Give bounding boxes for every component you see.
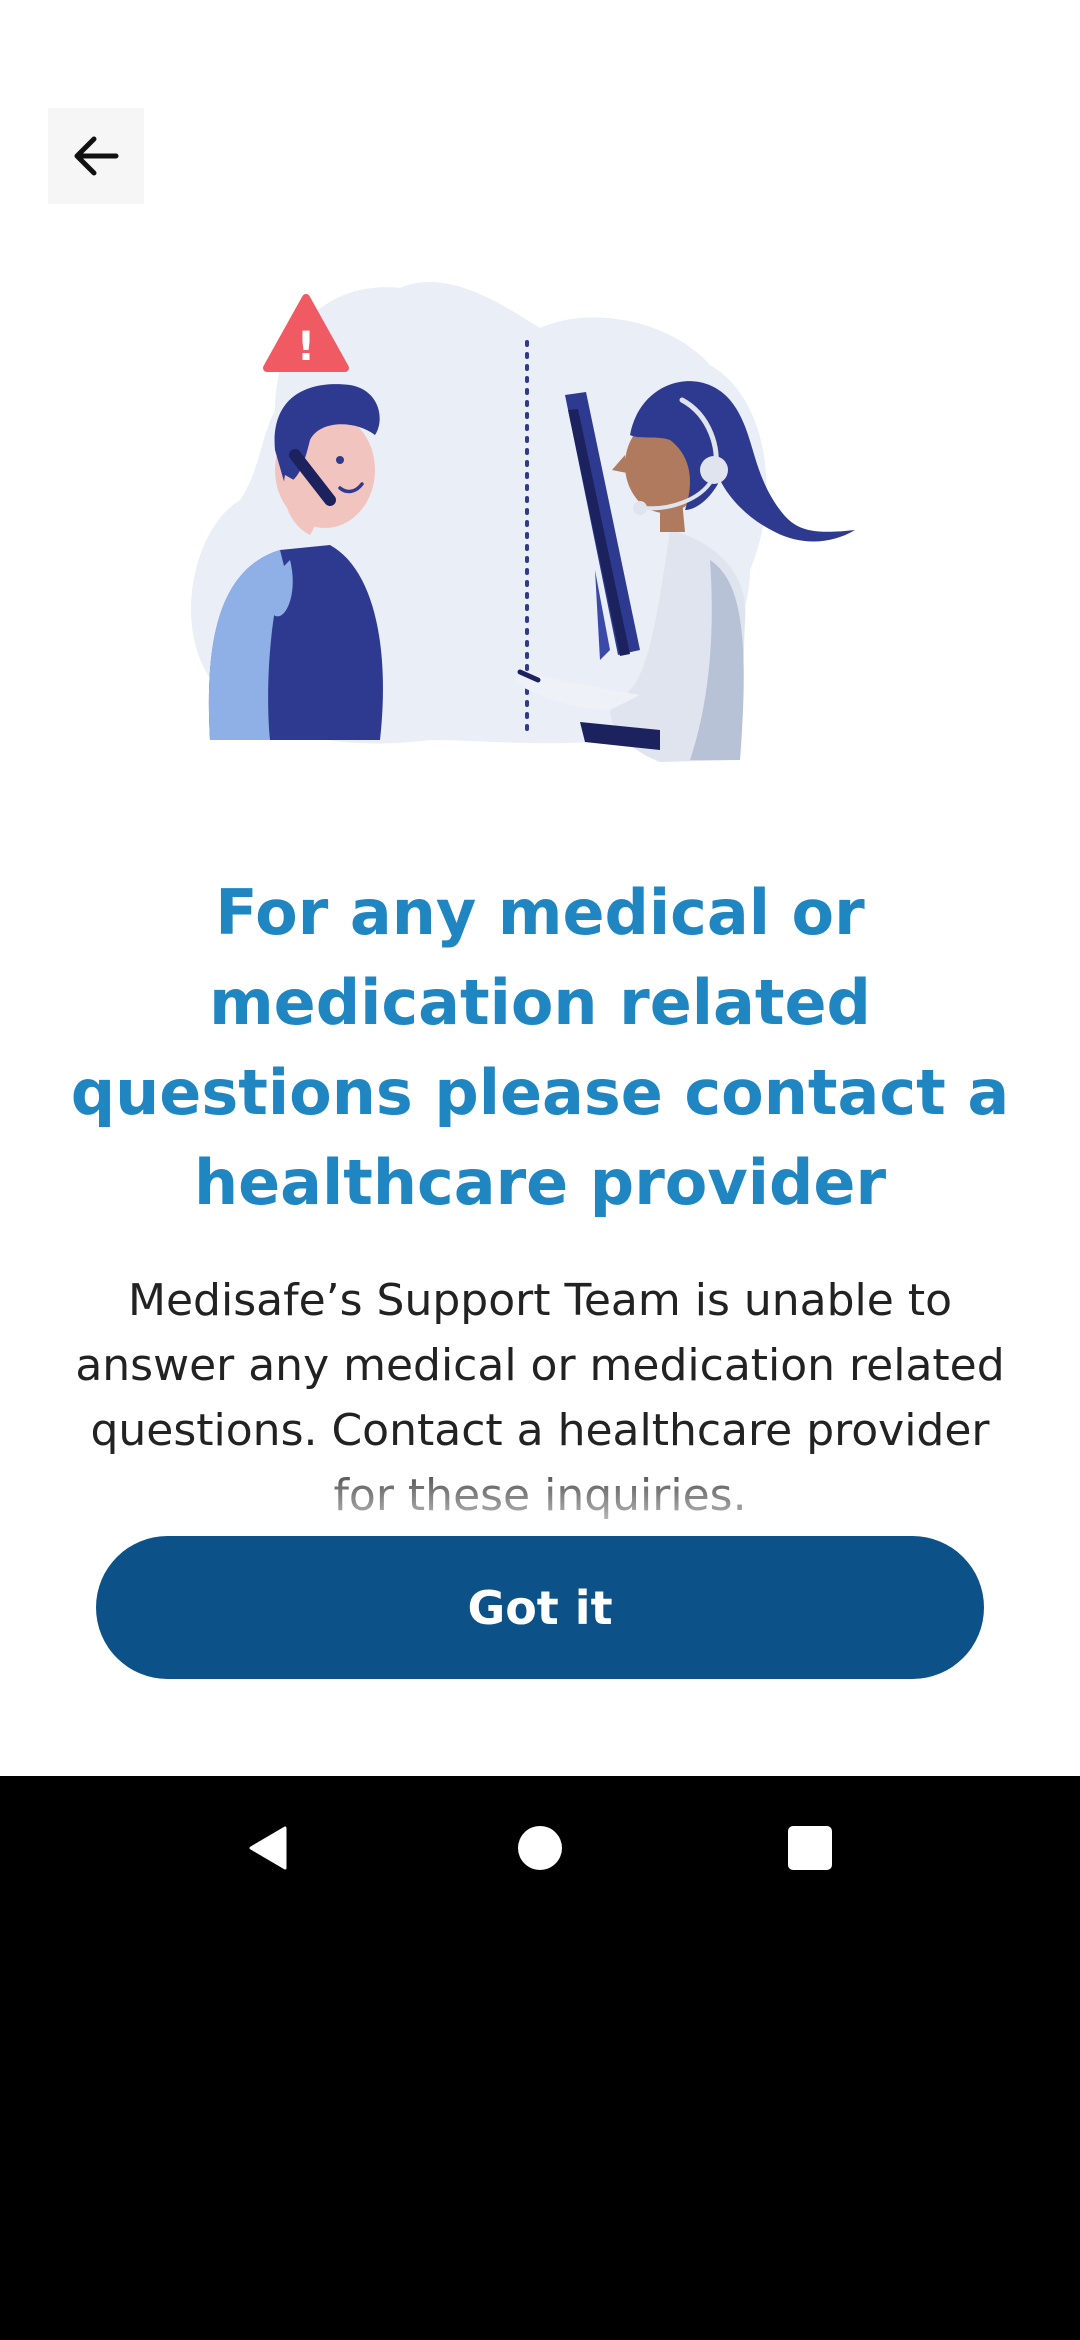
screen: ! For any medical or medication related … [0, 0, 1080, 1776]
nav-recents-button[interactable] [762, 1800, 858, 1896]
circle-home-icon [518, 1826, 562, 1870]
svg-text:!: ! [297, 324, 315, 370]
arrow-left-icon [74, 136, 119, 176]
nav-home-button[interactable] [492, 1800, 588, 1896]
nav-back-button[interactable] [221, 1800, 317, 1896]
info-message: Medisafe’s Support Team is unable to ans… [75, 1275, 1005, 1521]
triangle-back-icon [249, 1826, 287, 1870]
square-recents-icon [788, 1826, 832, 1870]
support-illustration: ! [191, 281, 855, 762]
back-button[interactable] [48, 108, 144, 204]
got-it-button[interactable]: Got it [96, 1536, 984, 1679]
system-nav-bar [0, 1776, 1080, 1920]
page-title: For any medical or medication related qu… [70, 876, 1010, 1219]
